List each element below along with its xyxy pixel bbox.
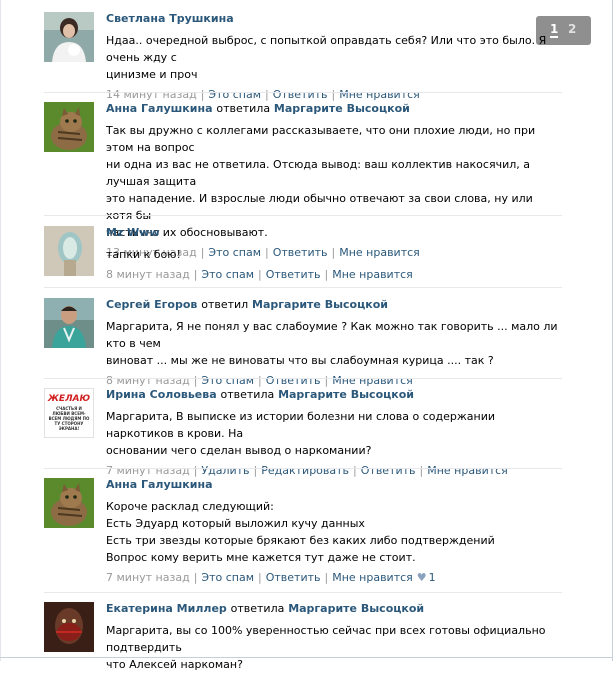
- comment-author[interactable]: Сергей Егоров: [106, 298, 197, 311]
- comment-separator: [44, 592, 562, 593]
- comment-author[interactable]: Mz Www: [106, 226, 160, 239]
- reply-link[interactable]: Ответить: [273, 88, 328, 101]
- page-2-link[interactable]: 2: [568, 22, 576, 36]
- comment-text: Ндаа.. очередной выброс, с попыткой опра…: [106, 34, 547, 81]
- spam-link[interactable]: Это спам: [208, 88, 261, 101]
- reply-target[interactable]: Маргарите Высоцкой: [274, 102, 410, 115]
- like-link[interactable]: Мне нравится: [332, 571, 413, 584]
- reply-verb: ответила: [216, 102, 271, 115]
- avatar[interactable]: ЖЕЛАЮ СЧАСТЬЯ И ЛЮБВИ ВСЕМ-ВСЕМ ЛЮДЯМ ПО…: [44, 388, 94, 438]
- reply-verb: ответила: [220, 388, 275, 401]
- comment-author[interactable]: Светлана Трушкина: [106, 12, 234, 25]
- comment-text: Так вы дружно с коллегами рассказываете,…: [106, 124, 536, 239]
- reply-link[interactable]: Ответить: [361, 464, 416, 477]
- reply-target[interactable]: Маргарите Высоцкой: [288, 602, 424, 615]
- comment-author[interactable]: Анна Галушкина: [106, 102, 213, 115]
- comment-separator: [44, 378, 562, 379]
- edit-link[interactable]: Редактировать: [261, 464, 349, 477]
- window-border-left: [0, 0, 1, 661]
- reply-link[interactable]: Ответить: [266, 268, 321, 281]
- comment-time[interactable]: 8 минут назад: [106, 268, 190, 281]
- heart-icon[interactable]: ♥: [417, 571, 427, 584]
- comment-author[interactable]: Ирина Соловьева: [106, 388, 217, 401]
- comment-meta: 14 минут назад | Это спам | Ответить | Мне нра…: [106, 88, 420, 101]
- reply-verb: ответила: [230, 602, 285, 615]
- comment-separator: [44, 287, 562, 288]
- comment-meta: 8 минут назад | Это спам | Ответить | Мне нрав…: [106, 374, 413, 387]
- comment-separator: [44, 468, 562, 469]
- like-link[interactable]: Мне нравится: [339, 88, 420, 101]
- comment-time[interactable]: 8 минут назад: [106, 374, 190, 387]
- reply-link[interactable]: Ответить: [266, 374, 321, 387]
- reply-target[interactable]: Маргарите Высоцкой: [278, 388, 414, 401]
- comment-text: Маргарита, вы со 100% уверенностью сейча…: [106, 624, 546, 671]
- window-border-right: [612, 0, 613, 661]
- comment-author[interactable]: Екатерина Миллер: [106, 602, 227, 615]
- avatar[interactable]: [44, 478, 94, 528]
- comment-time[interactable]: 7 минут назад: [106, 464, 190, 477]
- comment-text: Маргарита, В выписке из истории болезни …: [106, 410, 495, 457]
- delete-link[interactable]: Удалить: [201, 464, 249, 477]
- reply-verb: ответил: [201, 298, 249, 311]
- spam-link[interactable]: Это спам: [201, 571, 254, 584]
- comment-text: Маргарита, Я не понял у вас слабоумие ? …: [106, 320, 558, 367]
- comment-separator: [44, 215, 562, 216]
- avatar[interactable]: [44, 102, 94, 152]
- reply-target[interactable]: Маргарите Высоцкой: [252, 298, 388, 311]
- like-link[interactable]: Мне нравится: [332, 374, 413, 387]
- comment-meta: 7 минут назад | Это спам | Ответить | Мне нрав…: [106, 571, 436, 584]
- avatar[interactable]: [44, 226, 94, 276]
- avatar[interactable]: [44, 298, 94, 348]
- avatar[interactable]: [44, 602, 94, 652]
- avatar-caption-big: ЖЕЛАЮ: [47, 394, 91, 404]
- comment-time[interactable]: 7 минут назад: [106, 571, 190, 584]
- comment-time[interactable]: 14 минут назад: [106, 88, 197, 101]
- comment-meta: 7 минут назад | Удалить | Редактировать | Отве…: [106, 464, 508, 477]
- comment-meta: 8 минут назад | Это спам | Ответить | Мне нрав…: [106, 268, 413, 281]
- like-count[interactable]: 1: [429, 571, 436, 584]
- avatar-caption-small: СЧАСТЬЯ И ЛЮБВИ ВСЕМ-ВСЕМ ЛЮДЯМ ПО ТУ СТ…: [48, 406, 90, 431]
- avatar[interactable]: [44, 12, 94, 62]
- like-link[interactable]: Мне нравится: [427, 464, 508, 477]
- spam-link[interactable]: Это спам: [201, 374, 254, 387]
- comment-author[interactable]: Анна Галушкина: [106, 478, 213, 491]
- comment-text: Короче расклад следующий: Есть Эдуард ко…: [106, 500, 495, 564]
- comment-text: тапки к бою!: [106, 248, 181, 261]
- spam-link[interactable]: Это спам: [201, 268, 254, 281]
- comment-separator: [44, 92, 562, 93]
- reply-link[interactable]: Ответить: [266, 571, 321, 584]
- like-link[interactable]: Мне нравится: [332, 268, 413, 281]
